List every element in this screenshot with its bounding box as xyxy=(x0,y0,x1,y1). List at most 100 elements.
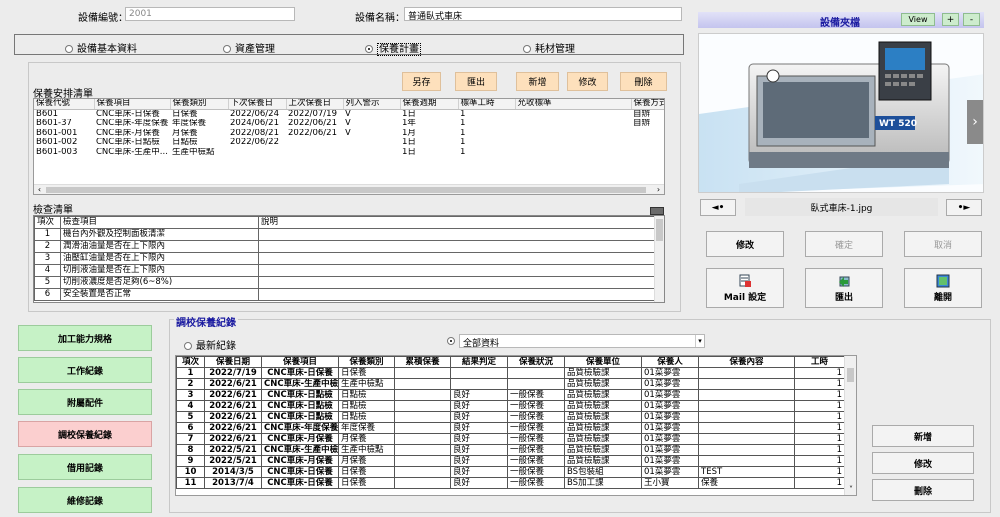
edit-schedule-button[interactable]: 修改 xyxy=(567,72,608,91)
checklist-row[interactable]: 2 潤滑油油量是否在上下限內 xyxy=(34,240,655,253)
photo-confirm-button[interactable]: 確定 xyxy=(805,231,883,257)
schedule-hscrollbar[interactable]: ‹ › xyxy=(34,184,664,194)
all-records-radio[interactable] xyxy=(447,336,459,347)
tab-consumables[interactable]: 耗材管理 xyxy=(523,40,575,55)
add-schedule-button[interactable]: 新增 xyxy=(516,72,559,91)
delete-schedule-button[interactable]: 刪除 xyxy=(620,72,667,91)
col-header[interactable]: 工時 xyxy=(794,356,845,368)
equip-no-label: 設備編號： xyxy=(78,13,128,24)
zoom-in-button[interactable]: + xyxy=(942,13,959,26)
latest-records-radio[interactable]: 最新紀錄 xyxy=(184,337,236,352)
col-header[interactable]: 列入警示 xyxy=(343,99,401,110)
slide-next-button[interactable]: › xyxy=(967,100,983,144)
scroll-down-icon[interactable]: ˅ xyxy=(846,484,856,494)
radio-maintenance-plan[interactable] xyxy=(365,45,373,53)
checklist-clip-icon[interactable] xyxy=(650,207,664,215)
chevron-down-icon[interactable]: ▾ xyxy=(695,335,704,347)
sidebar-item-accessories[interactable]: 附屬配件 xyxy=(18,389,152,415)
export-schedule-button[interactable]: 匯出 xyxy=(455,72,497,91)
col-header[interactable]: 標準工時 xyxy=(458,99,516,110)
equip-no-field[interactable]: 2001 xyxy=(125,7,295,21)
scroll-left-icon[interactable]: ‹ xyxy=(35,185,44,194)
radio-all[interactable] xyxy=(447,337,455,345)
sidebar-item-machining-spec[interactable]: 加工能力規格 xyxy=(18,325,152,351)
record-row[interactable]: 8 2022/5/21 CNC車床-生產中檢點 生產中檢點 良好 一般保養 品質檢驗課 01菜… xyxy=(176,444,845,456)
col-header[interactable]: 保養方式 xyxy=(631,99,664,110)
scroll-thumb[interactable] xyxy=(46,187,646,193)
table-cell: 1 xyxy=(460,147,466,157)
tab-maintenance-plan[interactable]: 保養計畫 xyxy=(365,40,421,56)
records-vscrollbar[interactable]: ˅ xyxy=(844,356,856,495)
scroll-thumb[interactable] xyxy=(847,368,854,382)
checklist-row[interactable]: 6 安全裝置是否正常 xyxy=(34,288,655,301)
radio-latest[interactable] xyxy=(184,342,192,350)
col-header[interactable]: 保養週期 xyxy=(400,99,459,110)
sidebar-item-borrow-records[interactable]: 借用記錄 xyxy=(18,454,152,480)
col-header[interactable]: 保養類別 xyxy=(338,356,395,368)
col-header[interactable]: 保養項目 xyxy=(261,356,339,368)
col-header[interactable]: 下次保養日 xyxy=(228,99,287,110)
radio-consumables[interactable] xyxy=(523,45,531,53)
record-row[interactable]: 7 2022/6/21 CNC車床-月保養 月保養 良好 一般保養 品質檢驗課 01菜夢雲 1 xyxy=(176,433,845,445)
checklist-vscrollbar[interactable] xyxy=(654,216,664,302)
col-header[interactable]: 允收標準 xyxy=(515,99,632,110)
col-header[interactable]: 保養代號 xyxy=(34,99,95,110)
sidebar-item-work-log[interactable]: 工作紀錄 xyxy=(18,357,152,383)
schedule-row[interactable]: B601-001 CNC車床-月保養 月保養 2022/08/21 2022/06/21… xyxy=(34,129,664,139)
radio-basic-info[interactable] xyxy=(65,45,73,53)
zoom-out-button[interactable]: - xyxy=(963,13,980,26)
photo-export-button[interactable]: 匯出 xyxy=(805,268,883,308)
leave-button[interactable]: 離開 xyxy=(904,268,982,308)
checklist-row[interactable]: 1 機台內外觀及控制面板清潔 xyxy=(34,228,655,241)
col-header[interactable]: 保養狀況 xyxy=(507,356,565,368)
schedule-row[interactable]: B601-002 CNC車床-日點檢 日點檢 2022/06/22 1日 1 xyxy=(34,138,664,148)
col-header[interactable]: 保養日期 xyxy=(204,356,262,368)
col-header[interactable]: 保養項目 xyxy=(94,99,171,110)
photo-viewer[interactable]: WT 520 › xyxy=(698,33,984,193)
tab-basic-info[interactable]: 設備基本資料 xyxy=(65,40,137,55)
mail-settings-button[interactable]: Mail 設定 xyxy=(706,268,784,308)
radio-asset-mgmt[interactable] xyxy=(223,45,231,53)
record-row[interactable]: 9 2022/5/21 CNC車床-月保養 月保養 良好 一般保養 品質檢驗課 01菜夢雲 1 xyxy=(176,455,845,467)
record-row[interactable]: 1 2022/7/19 CNC車床-日保養 日保養 品質檢驗課 01菜夢雲 1 xyxy=(176,367,845,379)
scroll-thumb[interactable] xyxy=(656,219,663,241)
edit-record-button[interactable]: 修改 xyxy=(872,452,974,474)
checklist-row[interactable]: 3 油壓缸油量是否在上下限內 xyxy=(34,252,655,265)
delete-record-button[interactable]: 刪除 xyxy=(872,479,974,501)
col-header[interactable]: 保養單位 xyxy=(564,356,642,368)
col-header[interactable]: 項次 xyxy=(176,356,205,368)
record-row[interactable]: 2 2022/6/21 CNC車床-生產中檢點 生產中檢點 品質檢驗課 01菜夢雲 1 xyxy=(176,378,845,390)
record-row[interactable]: 4 2022/6/21 CNC車床-日點檢 日點檢 良好 一般保養 品質檢驗課 01菜夢雲 1 xyxy=(176,400,845,412)
col-header[interactable]: 結果判定 xyxy=(450,356,508,368)
col-header[interactable]: 保養類別 xyxy=(170,99,229,110)
checklist-row[interactable]: 5 切削液濃度是否足夠(6~8%) xyxy=(34,276,655,289)
record-row[interactable]: 5 2022/6/21 CNC車床-日點檢 日點檢 良好 一般保養 品質檢驗課 01菜夢雲 1 xyxy=(176,411,845,423)
table-cell: 1日 xyxy=(402,109,416,119)
photo-edit-button[interactable]: 修改 xyxy=(706,231,784,257)
sidebar-item-repair-records[interactable]: 維修記錄 xyxy=(18,487,152,513)
records-filter-select[interactable]: 全部資料 xyxy=(459,334,705,348)
view-button[interactable]: View xyxy=(901,13,935,26)
col-header[interactable]: 保養內容 xyxy=(698,356,795,368)
schedule-row[interactable]: B601 CNC車床-日保養 日保養 2022/06/24 2022/07/19 V 1日 1… xyxy=(34,109,664,119)
equip-name-field[interactable]: 普通臥式車床 xyxy=(404,7,682,21)
record-row[interactable]: 3 2022/6/21 CNC車床-日點檢 日點檢 良好 一般保養 品質檢驗課 01菜夢雲 1 xyxy=(176,389,845,401)
schedule-row[interactable]: B601-003 CNC車床-生產中... 生產中檢點 1日 1 xyxy=(34,147,664,158)
record-row[interactable]: 6 2022/6/21 CNC車床-年度保養 年度保養 良好 一般保養 品質檢驗課 01菜夢雲… xyxy=(176,422,845,434)
next-photo-button[interactable]: •► xyxy=(946,199,982,216)
photo-cancel-button[interactable]: 取消 xyxy=(904,231,982,257)
prev-photo-button[interactable]: ◄• xyxy=(700,199,736,216)
record-row[interactable]: 11 2013/7/4 CNC車床-日保養 日保養 良好 一般保養 BS加工課 王小寶 保養 1 xyxy=(176,477,845,489)
table-cell: 切削液濃度是否足夠(6~8%) xyxy=(60,276,259,289)
add-record-button[interactable]: 新增 xyxy=(872,425,974,447)
save-as-button[interactable]: 另存 xyxy=(402,72,441,91)
schedule-row[interactable]: B601-37 CNC車床-年度保養 年度保養 2024/06/21 2022/06/2… xyxy=(34,119,664,129)
scroll-right-icon[interactable]: › xyxy=(654,185,663,194)
record-row[interactable]: 10 2014/3/5 CNC車床-日保養 日保養 良好 一般保養 BS包裝組 01菜夢雲 TE… xyxy=(176,466,845,478)
checklist-row[interactable]: 4 切削液油量是否在上下限內 xyxy=(34,264,655,277)
col-header[interactable]: 保養人 xyxy=(641,356,699,368)
tab-asset-mgmt[interactable]: 資產管理 xyxy=(223,40,275,55)
col-header[interactable]: 上次保養日 xyxy=(286,99,344,110)
col-header[interactable]: 累積保養 xyxy=(394,356,451,368)
sidebar-item-calibration-records[interactable]: 調校保養紀錄 xyxy=(18,421,152,447)
